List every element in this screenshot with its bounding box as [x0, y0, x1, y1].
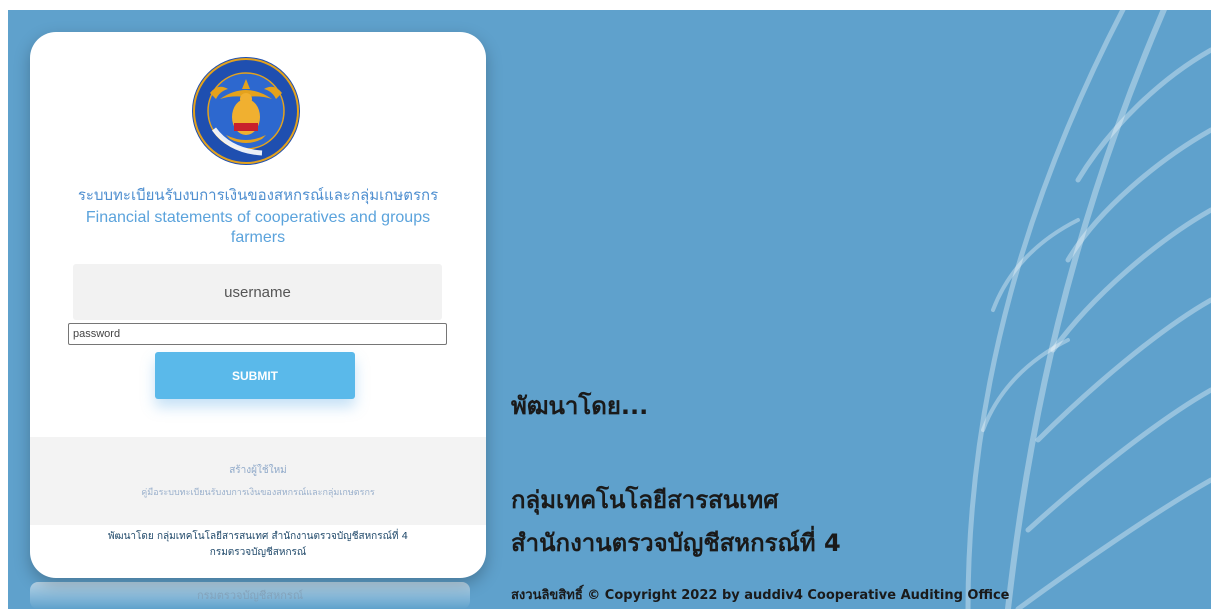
login-card: ระบบทะเบียนรับงบการเงินของสหกรณ์และกลุ่ม…: [30, 32, 486, 578]
card-footer-panel: สร้างผู้ใช้ใหม่ คู่มือระบบทะเบียนรับงบกา…: [30, 437, 486, 525]
create-user-link[interactable]: สร้างผู้ใช้ใหม่: [30, 463, 486, 478]
cooperative-auditing-logo: [192, 57, 300, 165]
copyright-text: สงวนลิขสิทธิ์ © Copyright 2022 by auddiv…: [511, 588, 1010, 603]
system-title-english: Financial statements of cooperatives and…: [85, 209, 431, 246]
username-input[interactable]: [73, 264, 442, 320]
developer-credit: พัฒนาโดย กลุ่มเทคโนโลยีสารสนเทศ สำนักงาน…: [50, 529, 466, 561]
developed-by-heading: พัฒนาโดย...: [511, 392, 649, 420]
system-title-thai: ระบบทะเบียนรับงบการเงินของสหกรณ์และกลุ่ม…: [77, 186, 439, 204]
submit-button[interactable]: SUBMIT: [155, 352, 355, 399]
user-manual-link[interactable]: คู่มือระบบทะเบียนรับงบการเงินของสหกรณ์แล…: [30, 485, 486, 499]
password-input[interactable]: [68, 323, 447, 345]
developer-credit-line2: กรมตรวจบัญชีสหกรณ์: [209, 547, 307, 558]
developer-office-name: สำนักงานตรวจบัญชีสหกรณ์ที่ 4: [511, 529, 841, 557]
reflection-text: กรมตรวจบัญชีสหกรณ์: [196, 590, 304, 602]
developer-group-name: กลุ่มเทคโนโลยีสารสนเทศ: [511, 486, 779, 514]
developer-credit-line1: พัฒนาโดย กลุ่มเทคโนโลยีสารสนเทศ สำนักงาน…: [107, 531, 409, 542]
card-reflection: กรมตรวจบัญชีสหกรณ์: [30, 582, 470, 609]
